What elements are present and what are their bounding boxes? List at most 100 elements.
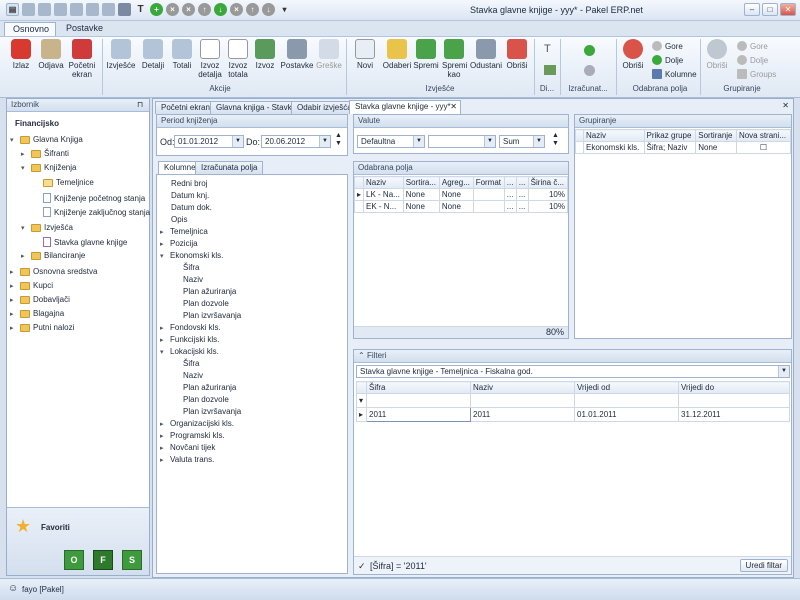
expand-icon[interactable]: ▸	[21, 150, 28, 158]
export-details-button[interactable]: Izvoz detalja	[197, 39, 223, 79]
export-icon[interactable]	[86, 3, 99, 16]
delete-group-button[interactable]: Obriši	[705, 39, 729, 70]
table-row[interactable]: ▸ 2011 2011 01.01.2011 31.12.2011	[356, 407, 790, 422]
save-as-button[interactable]: Spremi kao	[442, 39, 467, 79]
tree-item[interactable]: Naziv	[183, 275, 203, 284]
collapse-icon[interactable]: ▾	[160, 252, 167, 260]
doc-tab-home[interactable]: Početni ekran	[155, 101, 216, 114]
tree-item[interactable]: ▾ Ekonomski kls.	[160, 251, 223, 260]
add-calculated-icon[interactable]	[584, 45, 595, 56]
tree-item[interactable]: Naziv	[183, 371, 203, 380]
expand-icon[interactable]: ▸	[10, 324, 17, 332]
sidebar-item-osnovna-sredstva[interactable]: ▸ Osnovna sredstva	[10, 267, 97, 276]
report-button[interactable]: Izvješće	[106, 39, 136, 70]
tree-item[interactable]: ▸ Programski kls.	[160, 431, 225, 440]
columns-button[interactable]: Kolumne	[652, 69, 697, 79]
settings-icon[interactable]	[118, 3, 131, 16]
text-icon[interactable]: T	[134, 3, 147, 16]
cancel-icon[interactable]: ×	[230, 3, 243, 16]
spinner[interactable]: ▲ ▼	[335, 132, 342, 148]
tree-item[interactable]: Opis	[171, 215, 187, 224]
expand-icon[interactable]: ▸	[160, 324, 167, 332]
tree-item[interactable]: ▸ Temeljnica	[160, 227, 208, 236]
tree-item[interactable]: ▾ Lokacijski kls.	[160, 347, 219, 356]
delete-field-button[interactable]: Obriši	[622, 39, 644, 70]
expand-icon[interactable]: ▸	[10, 268, 17, 276]
tab-postavke[interactable]: Postavke	[58, 22, 111, 36]
tree-item[interactable]: Redni broj	[171, 179, 207, 188]
tree-item[interactable]: Šifra	[183, 263, 199, 272]
tree-item[interactable]: ▸ Pozicija	[160, 239, 198, 248]
tree-item[interactable]: ▸ Funkcijski kls.	[160, 335, 219, 344]
tab-izracunata-polja[interactable]: Izračunata polja	[195, 161, 264, 174]
sidebar-item-knjizenja[interactable]: ▾ Knjiženja	[21, 163, 76, 172]
data-icon[interactable]	[544, 65, 556, 75]
dropdown-icon[interactable]: ▾	[278, 3, 291, 16]
report-icon[interactable]	[22, 3, 35, 16]
expand-icon[interactable]: ▸	[160, 456, 167, 464]
settings-button[interactable]: Postavke	[281, 39, 313, 70]
sidebar-item-temeljnice[interactable]: Temeljnice	[43, 178, 94, 187]
close-doc-icon[interactable]: ✕	[782, 101, 789, 110]
down-icon[interactable]: ↓	[214, 3, 227, 16]
export-icon[interactable]	[70, 3, 83, 16]
add-icon[interactable]: +	[150, 3, 163, 16]
table-row[interactable]: ▸ LK - Na... None None...... 10%	[353, 188, 569, 201]
details-button[interactable]: Detalji	[140, 39, 166, 70]
collapse-icon[interactable]: ▾	[21, 164, 28, 172]
sidebar-item-stavka-glavne-knjige[interactable]: Stavka glavne knjige	[43, 237, 127, 247]
totals-icon[interactable]	[54, 3, 67, 16]
groups-button[interactable]: Groups	[737, 69, 776, 79]
expand-icon[interactable]: ▸	[160, 420, 167, 428]
expand-icon[interactable]: ▸	[10, 310, 17, 318]
move-up-button[interactable]: Gore	[652, 41, 683, 51]
sidebar-item-izvjesca[interactable]: ▾ Izvješća	[21, 223, 73, 232]
sidebar-item-kupci[interactable]: ▸ Kupci	[10, 281, 53, 290]
fav-s-button[interactable]: S	[122, 550, 142, 570]
remove-calculated-icon[interactable]	[584, 65, 595, 76]
chevron-down-icon[interactable]: ▼	[778, 366, 789, 377]
sidebar-item-blagajna[interactable]: ▸ Blagajna	[10, 309, 64, 318]
cancel-icon[interactable]: ×	[166, 3, 179, 16]
tree-item[interactable]: Datum dok.	[171, 203, 212, 212]
table-row[interactable]: Ekonomski kls. Šifra; Naziv None ☐	[575, 141, 792, 154]
close-button[interactable]: ✕	[780, 3, 796, 16]
filter-source-select[interactable]: Stavka glavne knjige - Temeljnica - Fisk…	[356, 365, 790, 378]
cancel-icon[interactable]: ×	[182, 3, 195, 16]
totals-button[interactable]: Totali	[170, 39, 194, 70]
exit-button[interactable]: Izlaz	[9, 39, 33, 70]
logout-button[interactable]: Odjava	[38, 39, 64, 70]
tree-item[interactable]: ▸ Valuta trans.	[160, 455, 214, 464]
expand-icon[interactable]: ▸	[160, 336, 167, 344]
sidebar-item-putni-nalozi[interactable]: ▸ Putni nalozi	[10, 323, 74, 332]
tree-item[interactable]: Šifra	[183, 359, 199, 368]
spinner[interactable]: ▲ ▼	[552, 132, 559, 148]
collapse-icon[interactable]: ▾	[10, 136, 17, 144]
tree-item[interactable]: ▸ Organizacijski kls.	[160, 419, 234, 428]
chevron-down-icon[interactable]: ▼	[484, 136, 495, 147]
currency-select[interactable]: Defaultna ▼	[357, 135, 425, 148]
pin-icon[interactable]: ⊓	[137, 100, 143, 109]
doc-tab-odabir[interactable]: Odabir izvješća	[291, 101, 358, 114]
export-button[interactable]: Izvoz	[254, 39, 276, 70]
up-icon[interactable]: ↑	[246, 3, 259, 16]
move-down-button[interactable]: Dolje	[652, 55, 683, 65]
aggregate-select[interactable]: Sum ▼	[499, 135, 545, 148]
down-icon[interactable]: ↓	[262, 3, 275, 16]
date-to-input[interactable]: 20.06.2012 ▼	[261, 135, 331, 148]
tab-osnovno[interactable]: Osnovno	[4, 22, 56, 36]
group-up-button[interactable]: Gore	[737, 41, 768, 51]
minimize-button[interactable]: –	[744, 3, 760, 16]
sidebar-item-bilanciranje[interactable]: ▸ Bilanciranje	[21, 251, 85, 260]
sidebar-item-knjizenje-zakljucnog[interactable]: Knjiženje zaključnog stanja	[43, 207, 150, 217]
chevron-down-icon[interactable]: ▼	[533, 136, 544, 147]
new-button[interactable]: Novi	[355, 39, 375, 70]
doc-tab-gk-stavke[interactable]: Glavna knjiga - Stavke	[210, 101, 303, 114]
chevron-down-icon[interactable]: ▼	[232, 136, 243, 147]
expand-icon[interactable]: ▸	[160, 432, 167, 440]
expand-icon[interactable]: ▸	[21, 252, 28, 260]
cancel-button[interactable]: Odustani	[469, 39, 503, 70]
tree-item[interactable]: Plan izvršavanja	[183, 407, 241, 416]
tree-item[interactable]: ▸ Novčani tijek	[160, 443, 215, 452]
collapse-icon[interactable]: ▾	[160, 348, 167, 356]
